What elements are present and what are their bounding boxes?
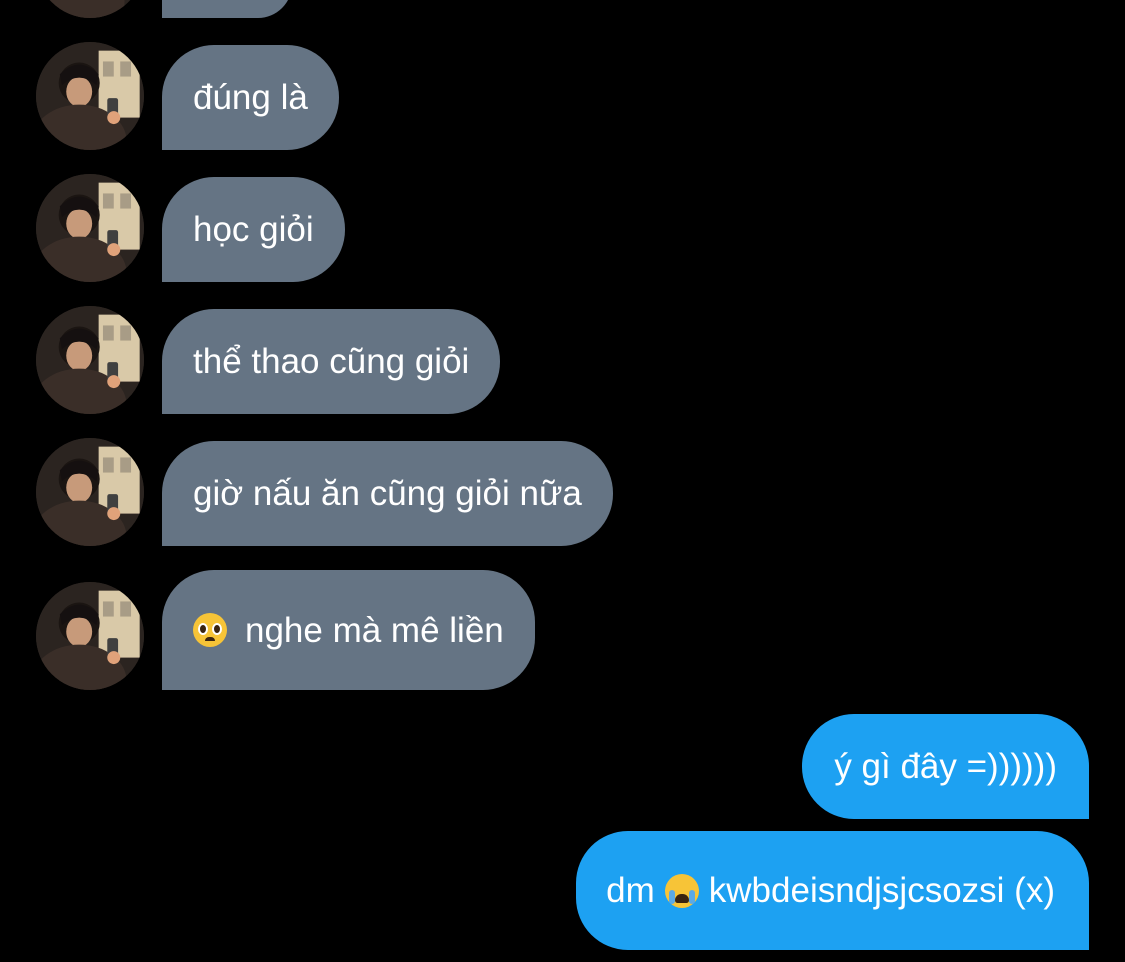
message-text: đúng là xyxy=(193,78,308,117)
avatar[interactable] xyxy=(36,306,144,414)
avatar[interactable] xyxy=(36,174,144,282)
message-text: ý gì đây =)))))) xyxy=(834,747,1057,786)
avatar[interactable] xyxy=(36,438,144,546)
incoming-message-bubble[interactable]: học giỏi xyxy=(162,177,345,282)
message-text-prefix: dm xyxy=(606,871,655,910)
incoming-message-bubble[interactable]: nghe mà mê liền xyxy=(162,570,535,690)
avatar[interactable] xyxy=(36,582,144,690)
avatar[interactable] xyxy=(36,0,144,18)
message-bubble-partial xyxy=(162,0,292,18)
incoming-message-bubble[interactable]: đúng là xyxy=(162,45,339,150)
incoming-message-bubble[interactable]: thể thao cũng giỏi xyxy=(162,309,501,414)
loudly-crying-face-icon xyxy=(664,873,699,908)
message-text: nghe mà mê liền xyxy=(245,610,504,650)
message-text: thể thao cũng giỏi xyxy=(193,342,470,381)
outgoing-message-bubble[interactable]: ý gì đây =)))))) xyxy=(802,714,1089,819)
incoming-message-bubble[interactable]: giờ nấu ăn cũng giỏi nữa xyxy=(162,441,613,546)
message-text: kwbdeisndjsjcsozsi (x) xyxy=(708,871,1055,910)
pleading-face-icon xyxy=(193,613,227,647)
avatar[interactable] xyxy=(36,42,144,150)
outgoing-message-bubble[interactable]: dm kwbdeisndjsjcsozsi (x) xyxy=(576,831,1089,950)
message-text: học giỏi xyxy=(193,210,314,249)
message-text: giờ nấu ăn cũng giỏi nữa xyxy=(193,474,582,513)
